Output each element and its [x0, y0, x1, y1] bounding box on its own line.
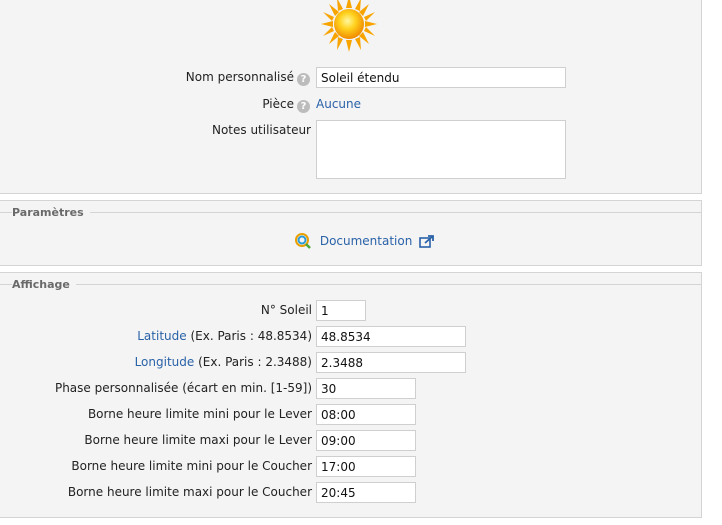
nom-row: Nom personnalisé? — [0, 67, 701, 89]
divider — [0, 212, 701, 213]
documentation-row: Documentation — [294, 232, 435, 250]
lever-mini-input[interactable] — [316, 404, 416, 425]
coucher-maxi-label: Borne heure limite maxi pour le Coucher — [67, 485, 312, 499]
latitude-input[interactable] — [316, 326, 466, 347]
notes-label: Notes utilisateur — [211, 123, 311, 137]
piece-label: Pièce? — [262, 97, 310, 113]
soleil-number-label: N° Soleil — [260, 303, 312, 317]
longitude-input[interactable] — [316, 352, 466, 373]
soleil-number-row: N° Soleil — [0, 300, 701, 322]
nom-label: Nom personnalisé? — [186, 70, 310, 86]
lever-maxi-row: Borne heure limite maxi pour le Lever — [0, 430, 701, 452]
lever-mini-row: Borne heure limite mini pour le Lever — [0, 404, 701, 426]
phase-row: Phase personnalisée (écart en min. [1-59… — [0, 378, 701, 400]
question-icon[interactable]: ? — [297, 100, 310, 113]
longitude-label: Longitude (Ex. Paris : 2.3488) — [134, 355, 312, 369]
nom-input[interactable] — [316, 67, 566, 88]
longitude-link[interactable]: Longitude — [135, 355, 195, 369]
notes-textarea[interactable] — [316, 120, 566, 179]
coucher-maxi-row: Borne heure limite maxi pour le Coucher — [0, 482, 701, 504]
general-panel: Nom personnalisé? Pièce? Aucune Notes ut… — [0, 0, 702, 194]
affichage-legend: Affichage — [12, 278, 76, 291]
parametres-legend: Paramètres — [12, 206, 90, 219]
piece-row: Pièce? Aucune — [0, 94, 701, 116]
coucher-mini-row: Borne heure limite mini pour le Coucher — [0, 456, 701, 478]
piece-link[interactable]: Aucune — [316, 97, 361, 111]
longitude-row: Longitude (Ex. Paris : 2.3488) — [0, 352, 701, 374]
lever-maxi-label: Borne heure limite maxi pour le Lever — [84, 433, 312, 447]
external-link-icon[interactable] — [419, 234, 435, 248]
coucher-mini-label: Borne heure limite mini pour le Coucher — [71, 459, 312, 473]
phase-label: Phase personnalisée (écart en min. [1-59… — [54, 381, 312, 395]
latitude-link[interactable]: Latitude — [137, 329, 186, 343]
documentation-link[interactable]: Documentation — [320, 234, 413, 248]
affichage-panel: Affichage N° Soleil Latitude (Ex. Paris … — [0, 272, 702, 518]
sun-icon — [321, 0, 377, 52]
divider — [0, 284, 701, 285]
lever-maxi-input[interactable] — [316, 430, 416, 451]
search-doc-icon[interactable] — [294, 232, 312, 250]
lever-mini-label: Borne heure limite mini pour le Lever — [87, 407, 312, 421]
latitude-label: Latitude (Ex. Paris : 48.8534) — [137, 329, 312, 343]
soleil-number-input[interactable] — [316, 300, 366, 321]
phase-input[interactable] — [316, 378, 416, 399]
coucher-maxi-input[interactable] — [316, 482, 416, 503]
question-icon[interactable]: ? — [297, 73, 310, 86]
latitude-row: Latitude (Ex. Paris : 48.8534) — [0, 326, 701, 348]
coucher-mini-input[interactable] — [316, 456, 416, 477]
